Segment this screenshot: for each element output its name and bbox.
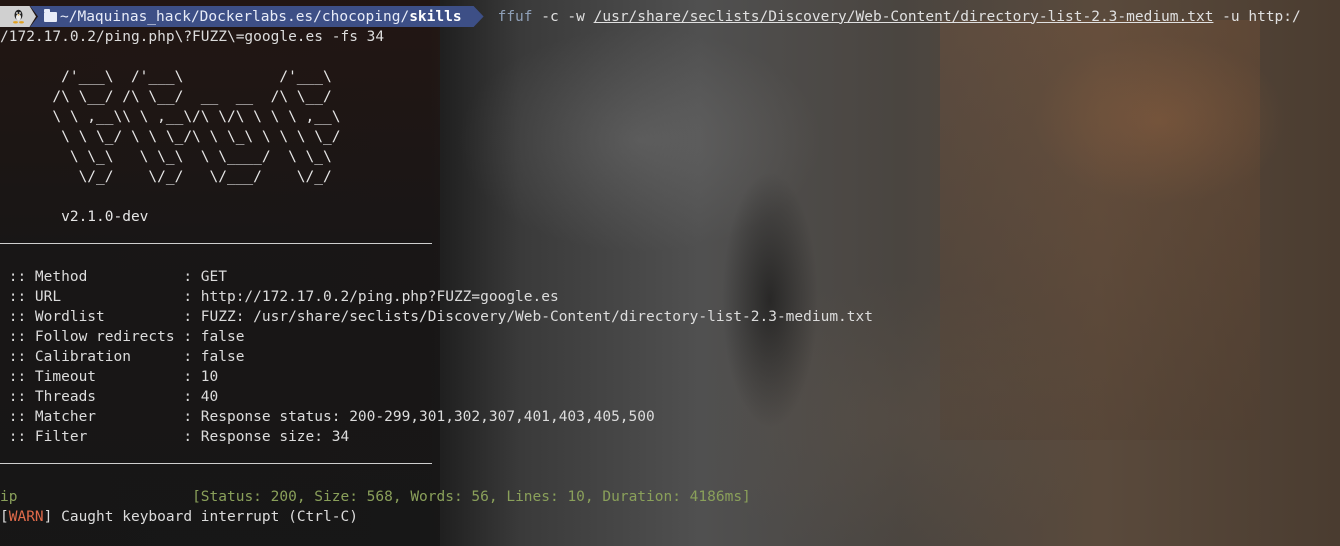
prompt-path-segment: ~/Maquinas_hack/Dockerlabs.es/chocoping/… (30, 6, 484, 27)
warn-open-bracket: [ (0, 509, 9, 525)
command-flags: -c -w (532, 8, 594, 25)
version-label: v2.1.0-dev (0, 209, 149, 225)
banner-line: \ \ \_/ \ \ \_/\ \ \_\ \ \ \ \_/ (0, 129, 341, 145)
result-word: ip (0, 489, 18, 505)
path-current-dir: skills (409, 8, 462, 25)
config-timeout: :: Timeout : 10 (0, 369, 219, 385)
separator-bottom (0, 463, 432, 464)
result-line: ip [Status: 200, Size: 568, Words: 56, L… (0, 487, 751, 507)
separator-top (0, 243, 432, 244)
warn-label: WARN (8, 509, 44, 525)
path-prefix: ~/Maquinas_hack/Dockerlabs.es/chocoping/ (60, 8, 410, 25)
result-status: [Status: 200, Size: 568, Words: 56, Line… (192, 489, 751, 505)
result-padding (17, 489, 192, 505)
config-calibration: :: Calibration : false (0, 349, 245, 365)
command-tool: ffuf (497, 8, 533, 25)
banner-line: \/_/ \/_/ \/___/ \/_/ (0, 169, 332, 185)
config-url: :: URL : http://172.17.0.2/ping.php?FUZZ… (0, 289, 559, 305)
config-matcher: :: Matcher : Response status: 200-299,30… (0, 409, 655, 425)
config-filter: :: Filter : Response size: 34 (0, 429, 350, 445)
command-url-start: -u http:/ (1213, 8, 1301, 25)
terminal-window[interactable]: ~/Maquinas_hack/Dockerlabs.es/chocoping/… (0, 0, 1340, 546)
command-wrap-line: /172.17.0.2/ping.php\?FUZZ\=google.es -f… (0, 29, 385, 45)
config-wordlist: :: Wordlist : FUZZ: /usr/share/seclists/… (0, 309, 873, 325)
config-follow-redirects: :: Follow redirects : false (0, 329, 245, 345)
config-threads: :: Threads : 40 (0, 389, 219, 405)
banner-line: \ \ ,__\\ \ ,__\/\ \/\ \ \ \ ,__\ (0, 109, 341, 125)
banner-line: \ \_\ \ \_\ \ \____/ \ \_\ (0, 149, 332, 165)
warn-line: [WARN] Caught keyboard interrupt (Ctrl-C… (0, 507, 358, 527)
linux-tux-icon (0, 6, 36, 27)
folder-open-icon (44, 12, 57, 22)
command-line[interactable]: ffuf -c -w /usr/share/seclists/Discovery… (498, 9, 1301, 25)
warn-message: Caught keyboard interrupt (Ctrl-C) (52, 509, 358, 525)
banner-line: /'___\ /'___\ /'___\ (0, 69, 332, 85)
command-wordlist-path[interactable]: /usr/share/seclists/Discovery/Web-Conten… (594, 9, 1214, 25)
shell-prompt: ~/Maquinas_hack/Dockerlabs.es/chocoping/… (0, 6, 1301, 27)
config-method: :: Method : GET (0, 269, 227, 285)
banner-line: /\ \__/ /\ \__/ __ __ /\ \__/ (0, 89, 332, 105)
